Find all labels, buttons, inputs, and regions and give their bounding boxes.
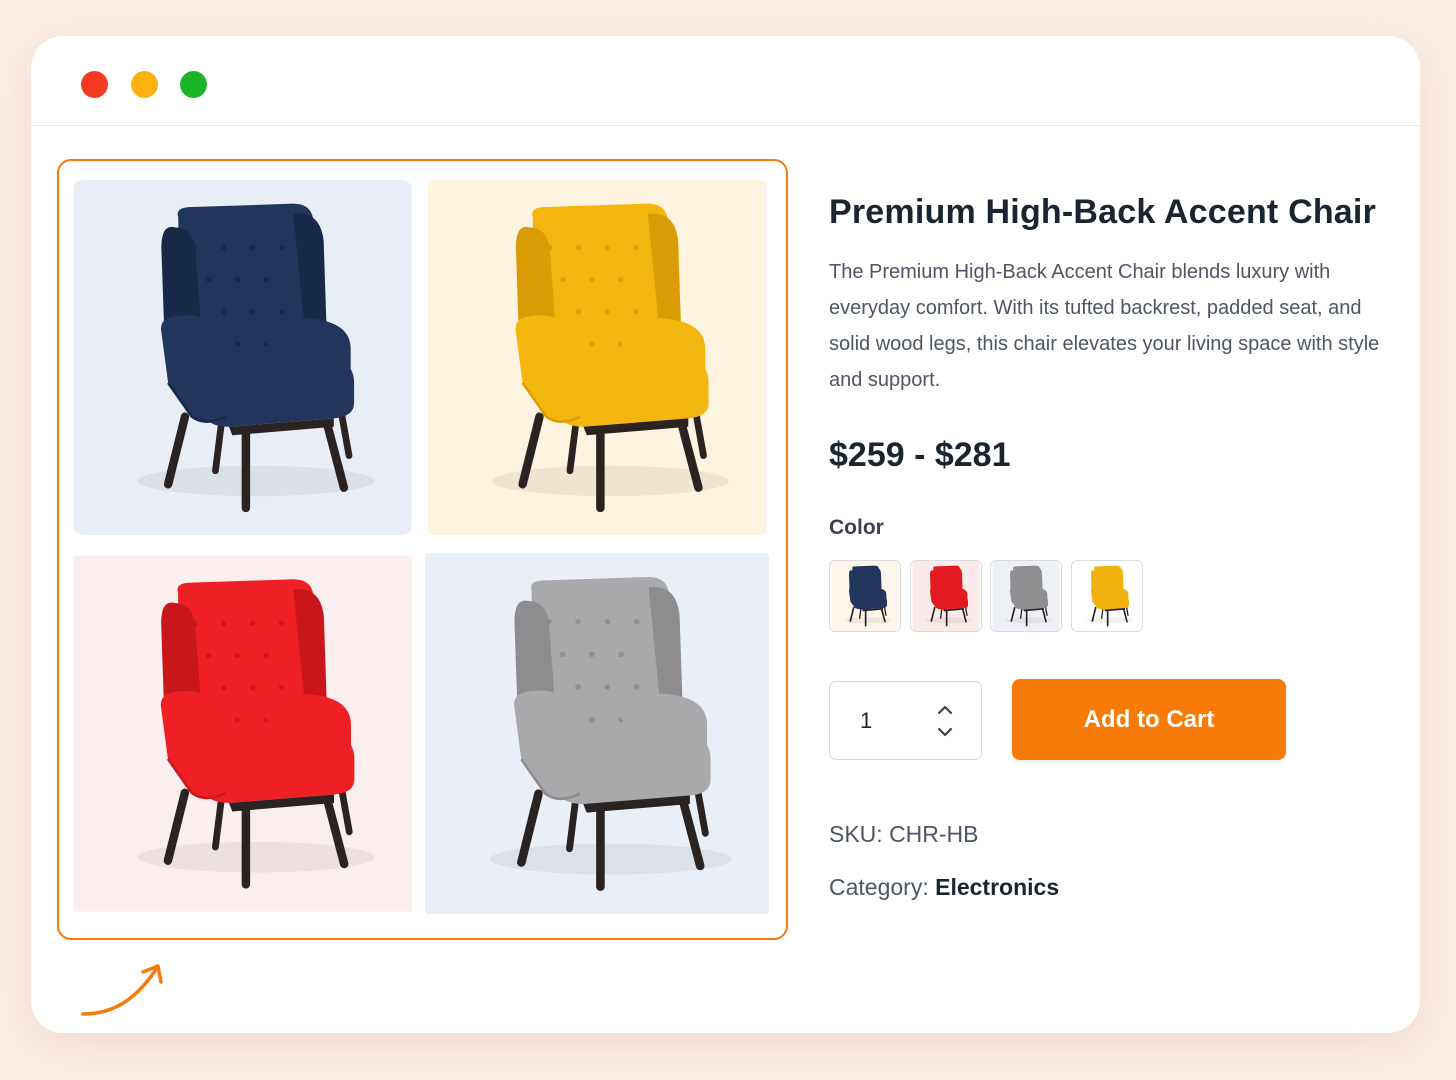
color-swatch-red[interactable] [910, 560, 982, 632]
category-prefix: Category: [829, 874, 936, 900]
close-window-button[interactable] [81, 71, 108, 98]
color-label: Color [829, 516, 884, 539]
color-swatch-list [829, 560, 1159, 632]
product-price-range: $259 - $281 [829, 436, 1011, 474]
category-link[interactable]: Electronics [935, 874, 1059, 900]
product-description: The Premium High-Back Accent Chair blend… [829, 261, 1380, 391]
quantity-stepper[interactable]: 1 [829, 681, 982, 760]
color-swatch-grey[interactable] [990, 560, 1062, 632]
product-title: Premium High-Back Accent Chair [829, 193, 1376, 231]
color-swatch-yellow[interactable] [1071, 560, 1143, 632]
gallery-image-yellow-chair[interactable] [425, 180, 769, 535]
chevron-up-icon[interactable] [934, 700, 956, 720]
quantity-value[interactable]: 1 [860, 708, 872, 734]
gallery-image-red-chair[interactable] [73, 549, 412, 918]
gallery-image-navy-chair[interactable] [73, 180, 412, 535]
product-sku: SKU: CHR-HB [829, 821, 979, 847]
maximize-window-button[interactable] [180, 71, 207, 98]
color-swatch-navy[interactable] [829, 560, 901, 632]
browser-window: Premium High-Back Accent Chair The Premi… [31, 36, 1420, 1033]
chevron-down-icon[interactable] [934, 722, 956, 742]
curved-arrow-icon [77, 954, 177, 1024]
add-to-cart-button[interactable]: Add to Cart [1012, 679, 1286, 760]
product-image-gallery [57, 159, 788, 940]
product-category: Category: Electronics [829, 874, 1059, 901]
minimize-window-button[interactable] [131, 71, 158, 98]
window-titlebar [31, 36, 1420, 126]
gallery-image-grey-chair[interactable] [425, 549, 769, 918]
